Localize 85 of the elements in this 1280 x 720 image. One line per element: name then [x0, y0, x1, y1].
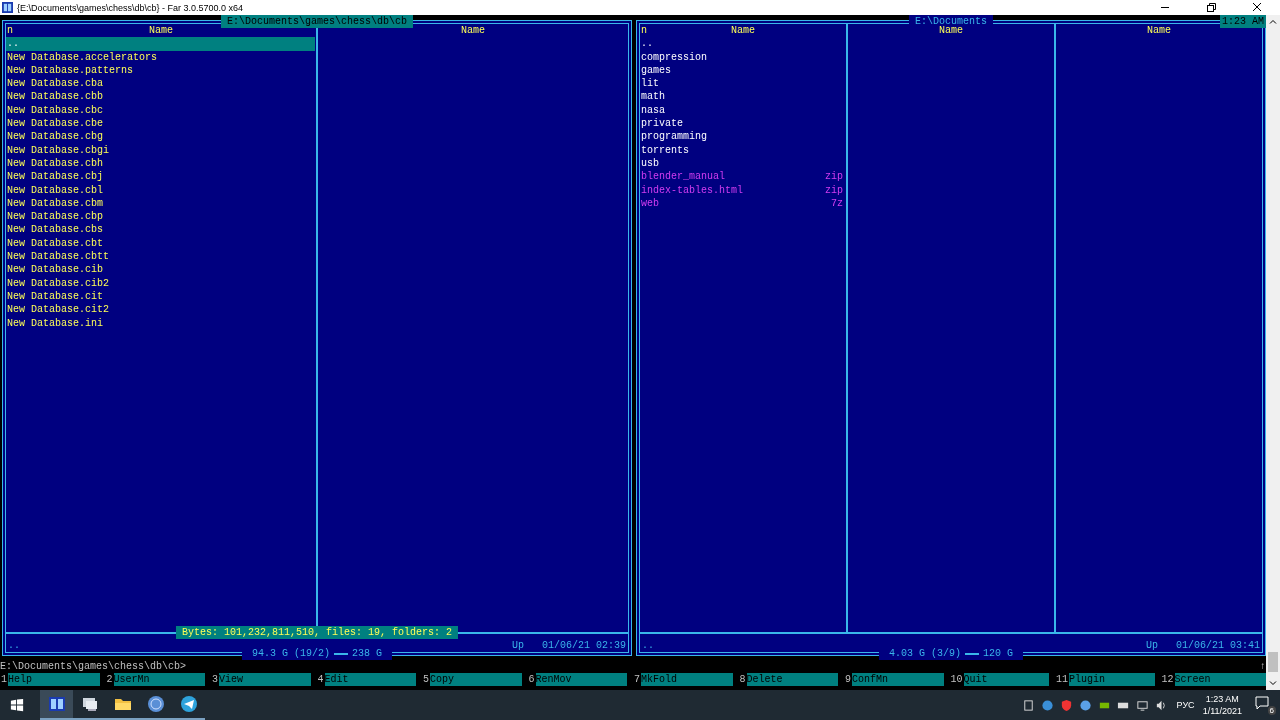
file-item[interactable]: usb — [640, 156, 845, 171]
selection-info: Bytes: 101,232,811,510, files: 19, folders: 2 — [176, 625, 458, 639]
file-item[interactable]: New Database.cbp — [6, 210, 315, 224]
function-key[interactable]: View — [219, 673, 311, 686]
file-item[interactable]: New Database.cbj — [6, 170, 315, 184]
clock: 1:23 AM — [1220, 15, 1266, 28]
file-item[interactable]: programming — [640, 130, 845, 144]
file-item[interactable]: private — [640, 117, 845, 131]
function-key[interactable]: Quit — [963, 673, 1049, 686]
file-item[interactable]: New Database.cit — [6, 289, 315, 304]
sort-mark[interactable]: n — [641, 24, 647, 38]
scroll-thumb[interactable] — [1268, 652, 1278, 672]
file-item[interactable]: New Database.cbh — [6, 156, 315, 171]
file-item[interactable]: blender_manual zip — [640, 170, 845, 184]
file-item[interactable]: .. — [6, 37, 315, 51]
function-key[interactable]: Screen — [1174, 673, 1266, 686]
function-key[interactable]: Plugin — [1069, 673, 1155, 686]
language-indicator[interactable]: РУС — [1176, 700, 1195, 710]
file-item[interactable]: New Database.cbe — [6, 117, 315, 131]
tray-date[interactable]: 1/11/2021 — [1202, 705, 1242, 717]
column-heading[interactable]: Name — [149, 24, 173, 38]
scroll-indicator: ↑ — [1260, 660, 1266, 673]
file-item[interactable]: games — [640, 63, 845, 78]
paper-plane-icon — [178, 694, 199, 714]
status-date: 01/06/21 02:39 — [542, 638, 626, 652]
file-item[interactable]: index-tables.html zip — [640, 183, 845, 197]
file-item[interactable]: New Database.cbm — [6, 196, 315, 211]
function-key[interactable]: Help — [8, 673, 100, 686]
scrollbar[interactable] — [1266, 15, 1280, 690]
file-item[interactable]: New Database.cbs — [6, 223, 315, 237]
disk-free: 238 G — [351, 647, 383, 660]
file-item[interactable]: New Database.cbb — [6, 90, 315, 104]
file-item[interactable]: New Database.patterns — [6, 63, 315, 78]
column-heading[interactable]: Name — [731, 24, 755, 38]
notification-count: 6 — [1267, 706, 1276, 715]
start-icon[interactable] — [10, 698, 24, 712]
column-heading[interactable]: Name — [461, 24, 485, 38]
shield-icon[interactable] — [1059, 698, 1073, 712]
file-item[interactable]: web 7z — [640, 196, 845, 211]
tray-time[interactable]: 1:23 AM — [1205, 693, 1239, 705]
app-icon — [2, 2, 13, 13]
disk-usage: 94.3 G (19/2) — [251, 647, 331, 660]
function-key[interactable]: Delete — [746, 673, 838, 686]
window-title: {E:\Documents\games\chess\db\cb} - Far 3.0.5700.0 x64 — [17, 2, 244, 13]
function-key[interactable]: Edit — [324, 673, 416, 686]
file-item[interactable]: New Database.cib2 — [6, 276, 315, 290]
file-item[interactable]: New Database.cib — [6, 263, 315, 277]
status-info: Up — [511, 638, 524, 652]
file-item[interactable]: lit — [640, 77, 845, 91]
disk-usage: 4.03 G (3/9) — [888, 647, 962, 660]
tray-icon[interactable] — [1021, 698, 1035, 712]
file-item[interactable]: nasa — [640, 103, 845, 118]
file-item[interactable]: New Database.cbt — [6, 236, 315, 251]
file-item[interactable]: New Database.cbg — [6, 130, 315, 144]
file-item[interactable]: New Database.cbtt — [6, 250, 315, 264]
status-info: Up — [1145, 638, 1158, 652]
status-date: 01/06/21 03:41 — [1176, 638, 1260, 652]
column-heading[interactable]: Name — [1147, 24, 1171, 38]
file-item[interactable]: torrents — [640, 143, 845, 157]
function-key[interactable]: MkFold — [641, 673, 733, 686]
file-item[interactable]: New Database.cbgi — [6, 143, 315, 157]
file-item[interactable]: math — [640, 90, 845, 104]
file-item[interactable]: New Database.cit2 — [6, 303, 315, 317]
speaker-icon[interactable] — [1154, 698, 1168, 712]
file-item[interactable]: .. — [640, 37, 845, 51]
function-key[interactable]: ConfMn — [852, 673, 944, 686]
panel-path: E:\Documents\games\chess\db\cb — [221, 15, 413, 28]
file-item[interactable]: New Database.ini — [6, 316, 315, 330]
file-item[interactable]: New Database.cba — [6, 77, 315, 91]
sort-mark[interactable]: n — [7, 24, 13, 38]
notification-icon[interactable] — [1254, 695, 1270, 711]
disc-icon — [145, 694, 166, 714]
command-prompt[interactable]: E:\Documents\games\chess\db\cb> — [0, 660, 187, 673]
function-key[interactable]: Copy — [430, 673, 522, 686]
disk-free: 120 G — [982, 647, 1014, 660]
file-item[interactable]: New Database.accelerators — [6, 50, 315, 64]
function-key[interactable]: RenMov — [535, 673, 627, 686]
console-icon — [46, 694, 67, 714]
file-item[interactable]: New Database.cbc — [6, 103, 315, 118]
file-item[interactable]: New Database.cbl — [6, 183, 315, 197]
monitor-icon[interactable] — [1135, 698, 1149, 712]
function-key[interactable]: UserMn — [113, 673, 205, 686]
status-name: .. — [8, 638, 20, 652]
status-name: .. — [642, 638, 654, 652]
file-item[interactable]: compression — [640, 50, 845, 64]
